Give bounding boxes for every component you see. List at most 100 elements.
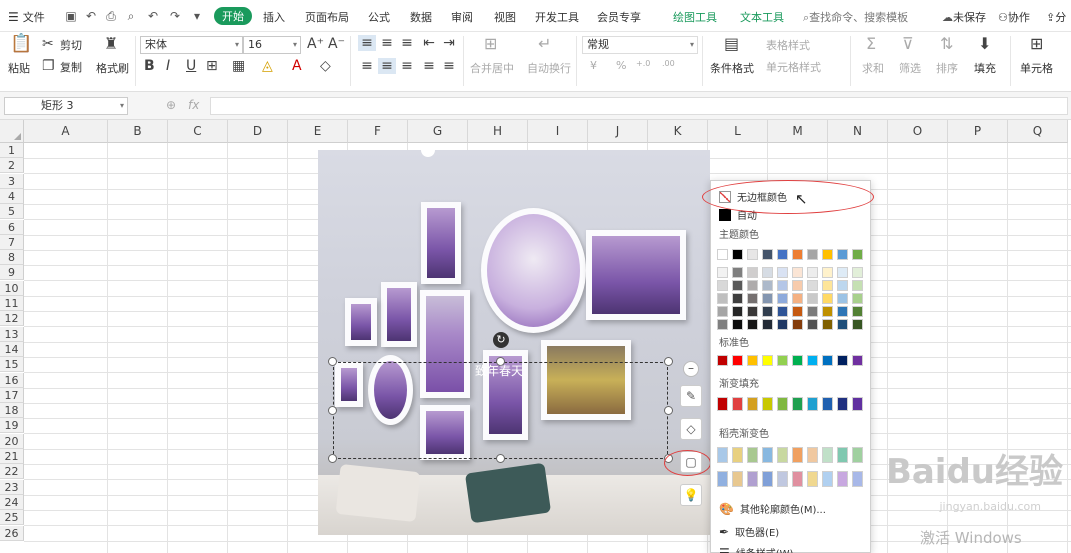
share-button[interactable]: ⇪分 bbox=[1046, 9, 1066, 25]
tab-5[interactable]: 审阅 bbox=[451, 9, 473, 25]
preview-icon[interactable]: ⌕ bbox=[124, 9, 138, 23]
resize-handle[interactable] bbox=[496, 454, 505, 463]
underline-button[interactable]: U bbox=[186, 58, 196, 74]
cut-button[interactable]: 剪切 bbox=[60, 37, 82, 53]
theme-shade-swatch[interactable] bbox=[837, 306, 848, 317]
row-header-21[interactable]: 21 bbox=[0, 449, 24, 464]
row-header-19[interactable]: 19 bbox=[0, 418, 24, 434]
gradient-color-swatch[interactable] bbox=[792, 397, 803, 411]
filter-button[interactable]: 筛选 bbox=[899, 60, 921, 76]
gradient-color-swatch[interactable] bbox=[717, 397, 728, 411]
standard-color-swatch[interactable] bbox=[822, 355, 833, 366]
distribute-icon[interactable]: ≡ bbox=[440, 58, 458, 74]
row-header-4[interactable]: 4 bbox=[0, 188, 24, 204]
theme-shade-swatch[interactable] bbox=[792, 267, 803, 278]
theme-shade-swatch[interactable] bbox=[822, 293, 833, 304]
align-left-icon[interactable]: ≡ bbox=[358, 58, 376, 74]
theme-shade-swatch[interactable] bbox=[807, 293, 818, 304]
theme-shade-swatch[interactable] bbox=[852, 306, 863, 317]
column-header-n[interactable]: N bbox=[828, 120, 888, 143]
theme-shade-swatch[interactable] bbox=[732, 267, 743, 278]
resize-handle[interactable] bbox=[328, 406, 337, 415]
decrease-decimal-button[interactable]: .00 bbox=[662, 59, 675, 68]
daoke-gradient-swatch[interactable] bbox=[747, 447, 758, 463]
cell-style-button[interactable]: 单元格样式 bbox=[766, 59, 821, 75]
tab-10[interactable]: 文本工具 bbox=[740, 9, 784, 25]
align-right-icon[interactable]: ≡ bbox=[398, 58, 416, 74]
align-top-icon[interactable]: ≡ bbox=[358, 35, 376, 51]
standard-color-swatch[interactable] bbox=[762, 355, 773, 366]
theme-color-swatch[interactable] bbox=[792, 249, 803, 260]
theme-shade-swatch[interactable] bbox=[822, 319, 833, 330]
paste-button[interactable]: 粘贴 bbox=[8, 60, 30, 76]
tab-0[interactable]: 开始 bbox=[214, 7, 252, 25]
paste-icon[interactable]: 📋 bbox=[10, 35, 32, 53]
formula-input[interactable] bbox=[210, 97, 1068, 115]
gradient-color-swatch[interactable] bbox=[777, 397, 788, 411]
justify-icon[interactable]: ≡ bbox=[420, 58, 438, 74]
wall-photo-image[interactable] bbox=[318, 150, 710, 535]
standard-color-swatch[interactable] bbox=[807, 355, 818, 366]
fx-icon[interactable]: fx bbox=[188, 98, 199, 112]
fill-color-icon[interactable]: ▦ bbox=[232, 58, 245, 74]
daoke-gradient-swatch[interactable] bbox=[717, 447, 728, 463]
standard-color-swatch[interactable] bbox=[732, 355, 743, 366]
column-header-f[interactable]: F bbox=[348, 120, 408, 143]
print-icon[interactable]: ⎙ bbox=[104, 9, 118, 23]
increase-decimal-button[interactable]: +.0 bbox=[636, 59, 650, 68]
daoke-gradient-swatch[interactable] bbox=[762, 447, 773, 463]
column-header-d[interactable]: D bbox=[228, 120, 288, 143]
theme-shade-swatch[interactable] bbox=[732, 319, 743, 330]
clear-icon[interactable]: ◇ bbox=[320, 58, 331, 74]
theme-shade-swatch[interactable] bbox=[732, 280, 743, 291]
resize-handle[interactable] bbox=[664, 406, 673, 415]
tab-2[interactable]: 页面布局 bbox=[305, 9, 349, 25]
row-header-8[interactable]: 8 bbox=[0, 250, 24, 266]
sum-button[interactable]: 求和 bbox=[862, 60, 884, 76]
fill-button[interactable]: 填充 bbox=[974, 60, 996, 76]
more-outline-colors-item[interactable]: 🎨 其他轮廓颜色(M)... bbox=[719, 501, 826, 517]
redo-icon[interactable]: ↷ bbox=[168, 9, 182, 23]
theme-shade-swatch[interactable] bbox=[822, 280, 833, 291]
theme-color-swatch[interactable] bbox=[762, 249, 773, 260]
theme-shade-swatch[interactable] bbox=[717, 306, 728, 317]
theme-shade-swatch[interactable] bbox=[837, 293, 848, 304]
theme-shade-swatch[interactable] bbox=[837, 319, 848, 330]
row-header-15[interactable]: 15 bbox=[0, 357, 24, 373]
merge-button[interactable]: 合并居中 bbox=[470, 60, 514, 76]
gradient-color-swatch[interactable] bbox=[762, 397, 773, 411]
standard-color-swatch[interactable] bbox=[777, 355, 788, 366]
gradient-color-swatch[interactable] bbox=[807, 397, 818, 411]
row-header-16[interactable]: 16 bbox=[0, 372, 24, 388]
row-header-11[interactable]: 11 bbox=[0, 296, 24, 311]
resize-handle[interactable] bbox=[328, 454, 337, 463]
theme-shade-swatch[interactable] bbox=[717, 280, 728, 291]
border-icon[interactable]: ⊞ bbox=[206, 58, 218, 74]
theme-shade-swatch[interactable] bbox=[717, 293, 728, 304]
file-menu[interactable]: ☰ 文件 bbox=[8, 9, 45, 25]
row-header-12[interactable]: 12 bbox=[0, 311, 24, 327]
daoke-gradient-swatch[interactable] bbox=[732, 471, 743, 487]
tab-3[interactable]: 公式 bbox=[368, 9, 390, 25]
row-header-14[interactable]: 14 bbox=[0, 341, 24, 357]
theme-color-swatch[interactable] bbox=[717, 249, 728, 260]
increase-font-icon[interactable]: A⁺ bbox=[307, 36, 324, 52]
eyedropper-item[interactable]: ✒ 取色器(E) bbox=[719, 524, 779, 540]
daoke-gradient-swatch[interactable] bbox=[762, 471, 773, 487]
collapse-icon[interactable]: – bbox=[683, 361, 699, 377]
shape-text[interactable]: 致年春天 bbox=[475, 362, 523, 379]
theme-shade-swatch[interactable] bbox=[747, 293, 758, 304]
daoke-gradient-swatch[interactable] bbox=[717, 471, 728, 487]
theme-shade-swatch[interactable] bbox=[732, 306, 743, 317]
theme-shade-swatch[interactable] bbox=[807, 319, 818, 330]
theme-shade-swatch[interactable] bbox=[732, 293, 743, 304]
align-middle-icon[interactable]: ≡ bbox=[378, 35, 396, 51]
column-header-p[interactable]: P bbox=[948, 120, 1008, 143]
theme-shade-swatch[interactable] bbox=[792, 293, 803, 304]
gradient-color-swatch[interactable] bbox=[732, 397, 743, 411]
daoke-gradient-swatch[interactable] bbox=[777, 471, 788, 487]
daoke-gradient-swatch[interactable] bbox=[792, 447, 803, 463]
cell-button[interactable]: 单元格 bbox=[1020, 60, 1053, 76]
resize-handle[interactable] bbox=[664, 357, 673, 366]
undo-history-icon[interactable]: ↶ bbox=[84, 9, 98, 23]
